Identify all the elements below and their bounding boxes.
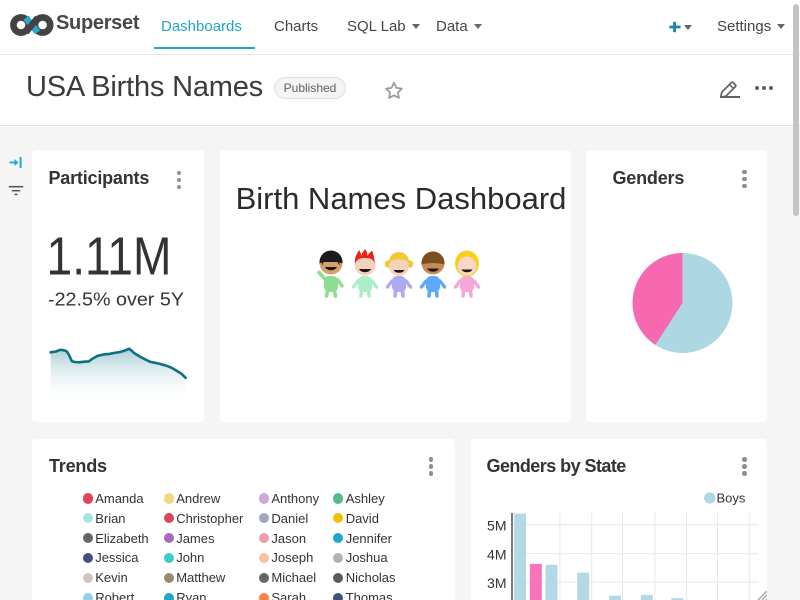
svg-text:1.11M: 1.11M bbox=[47, 227, 172, 287]
svg-text:4M: 4M bbox=[487, 546, 506, 562]
svg-text:5M: 5M bbox=[487, 517, 506, 533]
svg-text:-22.5% over 5Y: -22.5% over 5Y bbox=[48, 288, 184, 309]
svg-text:3M: 3M bbox=[487, 575, 506, 591]
svg-text:Boys: Boys bbox=[717, 491, 746, 506]
